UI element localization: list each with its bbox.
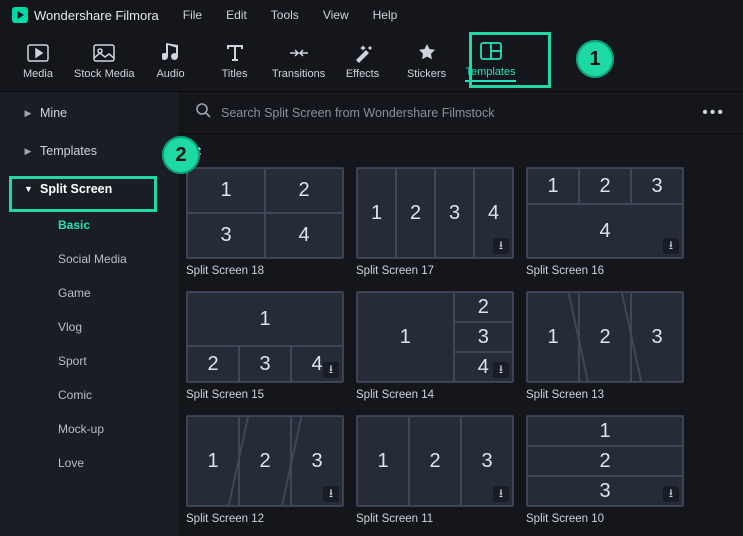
- main-toolbar: Media Stock Media Audio Titles Transitio…: [0, 30, 743, 92]
- template-thumbnail: 1 2 3 4 ⭳: [526, 167, 684, 259]
- template-card[interactable]: 1 2 3 ⭳ Split Screen 11: [356, 415, 514, 525]
- template-card[interactable]: 1 2 3 ⭳ Split Screen 10: [526, 415, 684, 525]
- sidebar-sub-love[interactable]: Love: [0, 446, 178, 480]
- template-thumbnail: 1 2 3 ⭳: [356, 415, 514, 507]
- stickers-icon: [416, 42, 438, 64]
- template-label: Split Screen 17: [356, 265, 514, 277]
- tab-stickers[interactable]: Stickers: [399, 33, 455, 89]
- titles-icon: [224, 42, 246, 64]
- chevron-right-icon: ▶: [24, 146, 32, 157]
- annotation-callout-2: 2: [162, 136, 200, 174]
- template-card[interactable]: 1 2 3 Split Screen 13: [526, 291, 684, 401]
- sidebar: ▶ Mine ▶ Templates ▼ Split Screen Basic …: [0, 92, 178, 536]
- effects-icon: [352, 42, 374, 64]
- download-icon[interactable]: ⭳: [493, 362, 509, 378]
- title-bar: Wondershare Filmora File Edit Tools View…: [0, 0, 743, 30]
- sidebar-sub-basic[interactable]: Basic: [0, 208, 178, 242]
- sidebar-item-mine[interactable]: ▶ Mine: [0, 94, 178, 132]
- app-name: Wondershare Filmora: [34, 8, 159, 23]
- section-title: C: [178, 134, 743, 163]
- app-brand: Wondershare Filmora: [12, 7, 159, 23]
- sidebar-item-templates[interactable]: ▶ Templates: [0, 132, 178, 170]
- tab-label: Stock Media: [74, 68, 135, 80]
- menu-view[interactable]: View: [323, 8, 349, 22]
- tab-stock-media[interactable]: Stock Media: [74, 33, 135, 89]
- sidebar-sub-game[interactable]: Game: [0, 276, 178, 310]
- search-input[interactable]: [221, 106, 692, 120]
- tab-titles[interactable]: Titles: [207, 33, 263, 89]
- template-label: Split Screen 10: [526, 513, 684, 525]
- app-logo-icon: [12, 7, 28, 23]
- menu-file[interactable]: File: [183, 8, 202, 22]
- template-thumbnail: 1 2 3 4 ⭳: [186, 291, 344, 383]
- sidebar-item-label: Mine: [40, 106, 67, 120]
- sidebar-item-label: Templates: [40, 144, 97, 158]
- template-label: Split Screen 14: [356, 389, 514, 401]
- menu-edit[interactable]: Edit: [226, 8, 247, 22]
- template-thumbnail: 1 2 3 4 ⭳: [356, 167, 514, 259]
- templates-grid: 1 2 3 4 Split Screen 18 1 2 3 4 ⭳ Split …: [178, 163, 743, 529]
- tab-label: Titles: [222, 68, 248, 80]
- template-label: Split Screen 13: [526, 389, 684, 401]
- template-thumbnail: 1 2 3 ⭳: [186, 415, 344, 507]
- tab-label: Stickers: [407, 68, 446, 80]
- template-label: Split Screen 16: [526, 265, 684, 277]
- sidebar-sub-vlog[interactable]: Vlog: [0, 310, 178, 344]
- template-card[interactable]: 1 2 3 4 ⭳ Split Screen 17: [356, 167, 514, 277]
- sidebar-sub-mockup[interactable]: Mock-up: [0, 412, 178, 446]
- template-thumbnail: 1 2 3 ⭳: [526, 415, 684, 507]
- menu-tools[interactable]: Tools: [271, 8, 299, 22]
- template-card[interactable]: 1 2 3 4 ⭳ Split Screen 14: [356, 291, 514, 401]
- annotation-callout-1: 1: [576, 40, 614, 78]
- tab-transitions[interactable]: Transitions: [271, 33, 327, 89]
- download-icon[interactable]: ⭳: [663, 486, 679, 502]
- sidebar-item-label: Split Screen: [40, 182, 112, 196]
- tab-label: Media: [23, 68, 53, 80]
- template-card[interactable]: 1 2 3 ⭳ Split Screen 12: [186, 415, 344, 525]
- more-options-icon[interactable]: •••: [702, 104, 725, 122]
- transitions-icon: [288, 42, 310, 64]
- sidebar-sub-sport[interactable]: Sport: [0, 344, 178, 378]
- tab-templates[interactable]: Templates: [463, 33, 519, 89]
- template-card[interactable]: 1 2 3 4 ⭳ Split Screen 15: [186, 291, 344, 401]
- chevron-down-icon: ▼: [24, 184, 32, 194]
- template-thumbnail: 1 2 3 4 ⭳: [356, 291, 514, 383]
- download-icon[interactable]: ⭳: [493, 486, 509, 502]
- template-thumbnail: 1 2 3: [526, 291, 684, 383]
- template-thumbnail: 1 2 3 4: [186, 167, 344, 259]
- search-bar: •••: [178, 92, 743, 134]
- download-icon[interactable]: ⭳: [493, 238, 509, 254]
- download-icon[interactable]: ⭳: [663, 238, 679, 254]
- templates-icon: [480, 40, 502, 62]
- media-icon: [27, 42, 49, 64]
- main-panel: ••• C 1 2 3 4 Split Screen 18 1 2 3: [178, 92, 743, 536]
- tab-effects[interactable]: Effects: [335, 33, 391, 89]
- sidebar-sub-social-media[interactable]: Social Media: [0, 242, 178, 276]
- tab-label: Templates: [465, 66, 515, 82]
- tab-label: Audio: [156, 68, 184, 80]
- template-card[interactable]: 1 2 3 4 Split Screen 18: [186, 167, 344, 277]
- search-icon: [196, 103, 211, 123]
- sidebar-sub-comic[interactable]: Comic: [0, 378, 178, 412]
- menu-help[interactable]: Help: [373, 8, 398, 22]
- chevron-right-icon: ▶: [24, 108, 32, 119]
- sidebar-item-split-screen[interactable]: ▼ Split Screen: [0, 170, 178, 208]
- download-icon[interactable]: ⭳: [323, 362, 339, 378]
- tab-media[interactable]: Media: [10, 33, 66, 89]
- template-label: Split Screen 11: [356, 513, 514, 525]
- content-area: ▶ Mine ▶ Templates ▼ Split Screen Basic …: [0, 92, 743, 536]
- template-label: Split Screen 12: [186, 513, 344, 525]
- template-label: Split Screen 15: [186, 389, 344, 401]
- template-card[interactable]: 1 2 3 4 ⭳ Split Screen 16: [526, 167, 684, 277]
- stock-media-icon: [93, 42, 115, 64]
- tab-audio[interactable]: Audio: [143, 33, 199, 89]
- tab-label: Effects: [346, 68, 379, 80]
- template-label: Split Screen 18: [186, 265, 344, 277]
- tab-label: Transitions: [272, 68, 325, 80]
- download-icon[interactable]: ⭳: [323, 486, 339, 502]
- audio-icon: [160, 42, 182, 64]
